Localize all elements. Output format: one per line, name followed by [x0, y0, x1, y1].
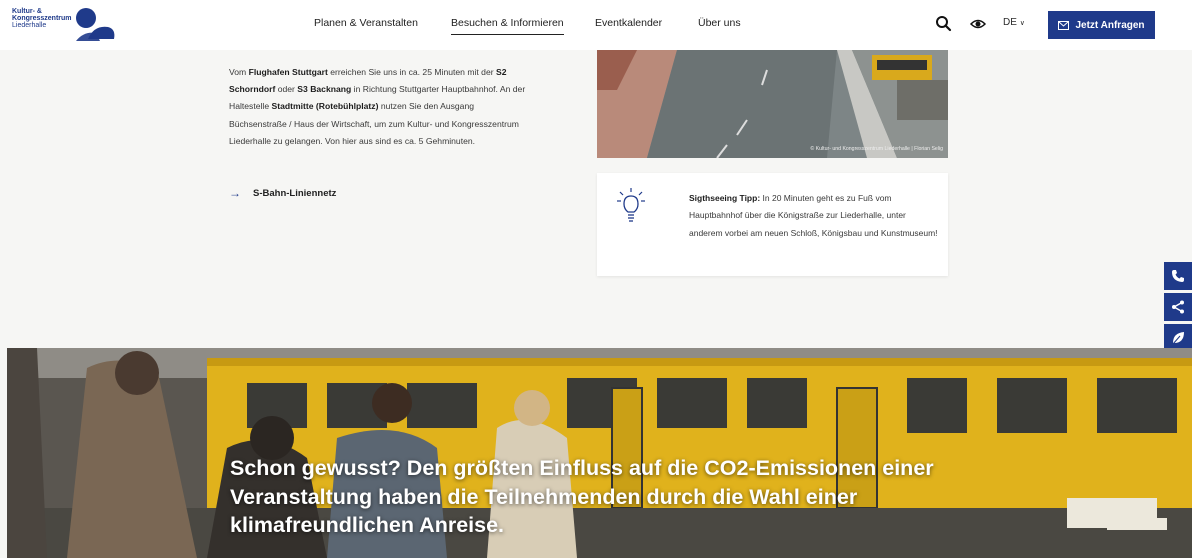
- language-select[interactable]: DE ∨: [1003, 17, 1025, 28]
- hero-headline: Schon gewusst? Den größten Einfluss auf …: [230, 456, 934, 537]
- text-run: erreichen Sie uns in ca. 25 Minuten mit …: [327, 67, 496, 77]
- logo-line-1: Kultur- &: [12, 8, 42, 15]
- s-bahn-network-link[interactable]: → S-Bahn-Liniennetz: [229, 186, 336, 200]
- text-bold: Stadtmitte (Rotebühlplatz): [271, 101, 379, 112]
- chevron-down-icon: ∨: [1019, 20, 1025, 27]
- share-icon: [1172, 300, 1184, 314]
- text-run: Vom: [229, 67, 249, 77]
- climate-hero-banner: Schon gewusst? Den größten Einfluss auf …: [7, 348, 1192, 558]
- share-button[interactable]: [1164, 293, 1192, 321]
- search-icon[interactable]: [934, 14, 954, 34]
- site-header: Kultur- & Kongresszentrum Liederhalle Pl…: [0, 0, 1192, 50]
- inquiry-button-label: Jetzt Anfragen: [1075, 19, 1145, 31]
- nav-eventkalender[interactable]: Eventkalender: [595, 17, 662, 29]
- logo-mark-icon: [76, 8, 115, 41]
- logo[interactable]: Kultur- & Kongresszentrum Liederhalle: [12, 5, 122, 45]
- sightseeing-tip-text: Sigthseeing Tipp: In 20 Minuten geht es …: [689, 190, 939, 242]
- text-bold: Flughafen Stuttgart: [248, 67, 328, 77]
- s-bahn-network-link-label: S-Bahn-Liniennetz: [253, 187, 337, 199]
- airport-directions-text: Vom Flughafen Stuttgart erreichen Sie un…: [229, 64, 529, 150]
- arrow-right-icon: →: [229, 186, 241, 200]
- phone-button[interactable]: [1164, 262, 1192, 290]
- leaf-icon: [1172, 332, 1184, 345]
- nav-besuchen-informieren[interactable]: Besuchen & Informieren: [451, 17, 564, 35]
- language-label: DE: [1003, 17, 1017, 28]
- photo-credit: © Kultur- und Kongresszentrum Liederhall…: [810, 146, 943, 152]
- inquiry-button[interactable]: Jetzt Anfragen: [1048, 11, 1155, 39]
- tram-stop-illustration: [597, 50, 948, 158]
- logo-text: Kultur- & Kongresszentrum Liederhalle: [12, 8, 72, 29]
- tip-heading: Sigthseeing Tipp:: [689, 193, 761, 203]
- tram-stop-photo: © Kultur- und Kongresszentrum Liederhall…: [597, 50, 948, 158]
- nav-planen-veranstalten[interactable]: Planen & Veranstalten: [314, 17, 418, 29]
- accessibility-eye-icon[interactable]: [968, 14, 988, 34]
- mail-icon: [1058, 20, 1070, 30]
- phone-icon: [1172, 270, 1184, 282]
- text-run: oder: [275, 84, 298, 95]
- nav-ueber-uns[interactable]: Über uns: [698, 17, 741, 29]
- text-bold: S3 Backnang: [297, 84, 352, 95]
- lightbulb-icon: [617, 188, 645, 222]
- sightseeing-tip-card: Sigthseeing Tipp: In 20 Minuten geht es …: [597, 173, 948, 276]
- logo-line-3: Liederhalle: [12, 22, 47, 29]
- logo-line-2: Kongresszentrum: [12, 15, 72, 22]
